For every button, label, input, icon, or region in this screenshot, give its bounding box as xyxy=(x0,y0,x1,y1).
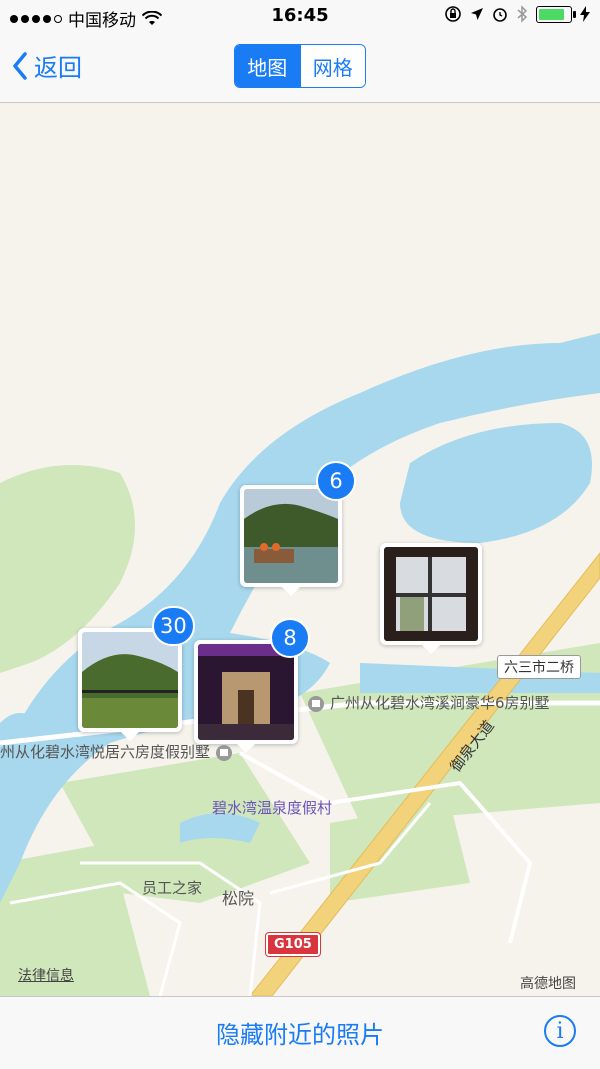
bridge-label: 六三市二桥 xyxy=(497,655,581,679)
songyuan-label: 松院 xyxy=(222,889,255,908)
villa-2-text: 州从化碧水湾悦居六房度假别墅 xyxy=(0,743,211,761)
back-label: 返回 xyxy=(34,54,82,82)
villa-label: 广州从化碧水湾溪涧豪华6房别墅 xyxy=(308,692,550,713)
photo-thumbnail-mountain xyxy=(82,632,178,728)
photo-thumbnail-window xyxy=(384,547,478,641)
map-provider-label: 高德地图 xyxy=(520,976,576,992)
villa-1-text: 广州从化碧水湾溪涧豪华6房别墅 xyxy=(330,694,550,712)
villa-poi-icon xyxy=(308,695,324,712)
hide-nearby-photos-button[interactable]: 隐藏附近的照片 xyxy=(0,1015,600,1050)
location-icon xyxy=(471,8,483,20)
villa-2-poi-icon xyxy=(216,744,233,761)
cluster-count-badge: 8 xyxy=(270,618,310,658)
status-bar: 中国移动 16:45 xyxy=(0,0,600,34)
charging-icon xyxy=(580,6,590,22)
battery-icon xyxy=(536,5,576,23)
photo-thumbnail-hotel xyxy=(198,644,294,740)
villa-2-label: 州从化碧水湾悦居六房度假别墅 xyxy=(0,741,238,762)
segment-map[interactable]: 地图 xyxy=(235,45,300,87)
legal-link[interactable]: 法律信息 xyxy=(18,965,74,985)
bluetooth-icon xyxy=(517,5,528,23)
bottom-toolbar: 隐藏附近的照片 i xyxy=(0,996,600,1069)
cluster-count-badge: 6 xyxy=(316,461,356,501)
photo-map[interactable]: 6 30 8 六三市二桥 广州从化碧水湾溪涧豪华6房别墅 州从化碧水湾悦居六房度… xyxy=(0,103,600,996)
photo-cluster-lake[interactable] xyxy=(240,485,342,596)
cluster-count-badge: 30 xyxy=(152,606,195,646)
segment-grid[interactable]: 网格 xyxy=(299,45,365,87)
staff-home-label: 员工之家 xyxy=(142,879,203,897)
info-icon[interactable]: i xyxy=(544,1015,576,1047)
resort-label: 碧水湾温泉度假村 xyxy=(212,799,333,817)
alarm-icon xyxy=(493,8,507,22)
view-segmented-control: 地图 网格 xyxy=(234,44,366,88)
photo-thumbnail-lake xyxy=(244,489,338,583)
navigation-bar: 返回 地图 网格 xyxy=(0,34,600,103)
photo-cluster-window[interactable] xyxy=(380,543,482,654)
back-button[interactable]: 返回 xyxy=(12,48,82,83)
highway-shield: G105 xyxy=(265,932,321,957)
chevron-left-icon xyxy=(13,51,27,80)
orientation-lock-icon xyxy=(445,6,461,22)
